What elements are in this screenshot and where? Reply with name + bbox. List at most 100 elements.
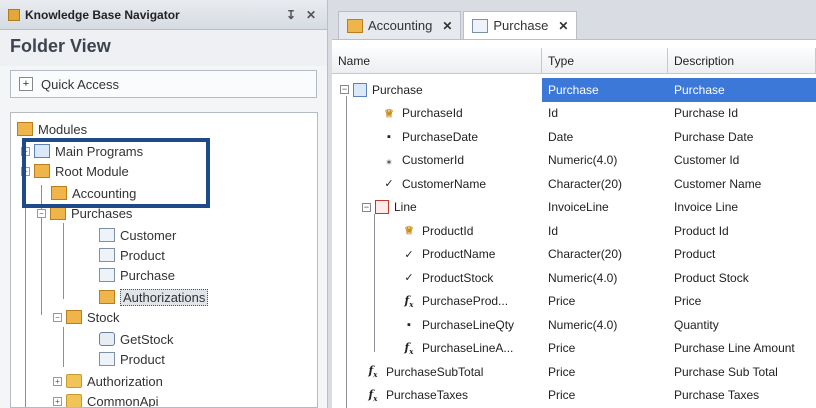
collapse-icon[interactable]: −: [37, 208, 46, 218]
collapse-icon[interactable]: −: [362, 202, 371, 212]
tree-item-main-programs[interactable]: + Main Programs: [21, 141, 143, 161]
cell-description[interactable]: Quantity: [668, 318, 816, 332]
cell-name: − Purchase: [332, 78, 542, 102]
folder-view-heading: Folder View: [0, 30, 327, 66]
table-row[interactable]: − Line InvoiceLine Invoice Line: [332, 196, 816, 220]
collapse-icon[interactable]: −: [340, 85, 349, 95]
tree-item-accounting[interactable]: Accounting: [51, 183, 136, 203]
transaction-icon: [99, 268, 115, 282]
table-row[interactable]: ▪ PurchaseLineQty Numeric(4.0) Quantity: [332, 313, 816, 337]
structure-editor-panel: Accounting ✕ Purchase ✕ Name Type Descri…: [332, 0, 816, 408]
tree-item-root-module[interactable]: − Root Module: [21, 161, 129, 181]
module-icon: [34, 164, 50, 178]
quick-access-button[interactable]: + Quick Access: [10, 70, 317, 98]
tree-item-product-stock[interactable]: Product: [99, 349, 165, 369]
cell-type[interactable]: Numeric(4.0): [542, 271, 668, 285]
column-header-type[interactable]: Type: [542, 48, 668, 73]
panel-title-bar: Knowledge Base Navigator ↧ ✕: [0, 0, 327, 30]
cell-type[interactable]: Id: [542, 106, 668, 120]
table-row[interactable]: ▪ PurchaseDate Date Purchase Date: [332, 125, 816, 149]
key-icon: ♕: [384, 107, 394, 120]
cell-type[interactable]: Numeric(4.0): [542, 153, 668, 167]
tree-item-modules[interactable]: Modules: [17, 119, 87, 139]
row-name-label: ProductStock: [422, 270, 494, 285]
folder-tree[interactable]: Modules + Main Programs − Root Module Ac…: [10, 112, 318, 408]
table-row[interactable]: − Purchase Purchase Purchase: [332, 78, 816, 102]
expand-icon[interactable]: +: [21, 146, 30, 156]
cell-type[interactable]: Price: [542, 341, 668, 355]
tree-item-customer[interactable]: Customer: [99, 225, 176, 245]
cell-type[interactable]: Price: [542, 388, 668, 402]
cell-description[interactable]: Customer Name: [668, 177, 816, 191]
procedure-icon: [99, 332, 115, 346]
cell-description[interactable]: Purchase: [668, 78, 816, 102]
tree-item-authorizations[interactable]: Authorizations: [99, 287, 209, 307]
cell-type[interactable]: Price: [542, 365, 668, 379]
cell-name: ⁎ CustomerId: [332, 149, 542, 173]
cell-description[interactable]: Purchase Id: [668, 106, 816, 120]
table-row[interactable]: ♕ ProductId Id Product Id: [332, 219, 816, 243]
tree-item-getstock[interactable]: GetStock: [99, 329, 173, 349]
row-name-label: PurchaseTaxes: [386, 388, 469, 403]
table-row[interactable]: ✓ ProductName Character(20) Product: [332, 243, 816, 267]
document-tabs: Accounting ✕ Purchase ✕: [332, 0, 816, 40]
cell-type[interactable]: Price: [542, 294, 668, 308]
cell-name: − Line: [332, 196, 542, 220]
transaction-icon: [99, 248, 115, 262]
grid-header: Name Type Description: [332, 48, 816, 74]
cell-description[interactable]: Purchase Taxes: [668, 388, 816, 402]
cell-type[interactable]: InvoiceLine: [542, 200, 668, 214]
tree-item-stock[interactable]: − Stock: [53, 307, 120, 327]
column-header-name[interactable]: Name: [332, 48, 542, 73]
tab-accounting[interactable]: Accounting ✕: [338, 11, 462, 39]
cell-description[interactable]: Product: [668, 247, 816, 261]
cell-type[interactable]: Id: [542, 224, 668, 238]
formula-icon: fx: [404, 340, 414, 356]
cell-description[interactable]: Product Id: [668, 224, 816, 238]
plus-icon: +: [19, 77, 33, 91]
table-row[interactable]: fx PurchaseProd... Price Price: [332, 290, 816, 314]
expand-icon[interactable]: +: [53, 376, 62, 386]
table-row[interactable]: fx PurchaseSubTotal Price Purchase Sub Tota…: [332, 360, 816, 384]
inferred-icon: ✓: [404, 248, 414, 261]
cell-description[interactable]: Purchase Date: [668, 130, 816, 144]
cell-type[interactable]: Character(20): [542, 177, 668, 191]
cell-description[interactable]: Invoice Line: [668, 200, 816, 214]
collapse-icon[interactable]: −: [21, 166, 30, 176]
cell-description[interactable]: Price: [668, 294, 816, 308]
tree-item-authorization[interactable]: + Authorization: [53, 371, 163, 391]
cell-name: ♕ ProductId: [332, 219, 542, 243]
pin-icon[interactable]: ↧: [283, 8, 299, 22]
tree-item-purchase[interactable]: Purchase: [99, 265, 175, 285]
row-name-label: CustomerId: [402, 153, 465, 168]
cell-description[interactable]: Product Stock: [668, 271, 816, 285]
close-icon[interactable]: ✕: [442, 19, 452, 33]
tree-item-commonapi[interactable]: + CommonApi: [53, 391, 159, 407]
tree-item-purchases[interactable]: − Purchases: [37, 203, 132, 223]
transaction-icon: [99, 228, 115, 242]
tree-item-product[interactable]: Product: [99, 245, 165, 265]
collapse-icon[interactable]: −: [53, 312, 62, 322]
cell-description[interactable]: Purchase Sub Total: [668, 365, 816, 379]
cell-type[interactable]: Purchase: [542, 78, 668, 102]
tab-purchase[interactable]: Purchase ✕: [463, 11, 578, 39]
cell-type[interactable]: Date: [542, 130, 668, 144]
close-icon[interactable]: ✕: [303, 8, 319, 22]
folder-icon: [66, 394, 82, 407]
cell-description[interactable]: Customer Id: [668, 153, 816, 167]
table-row[interactable]: ⁎ CustomerId Numeric(4.0) Customer Id: [332, 149, 816, 173]
row-name-label: PurchaseDate: [402, 129, 479, 144]
column-header-description[interactable]: Description: [668, 48, 816, 73]
formula-icon: fx: [368, 364, 378, 380]
cell-description[interactable]: Purchase Line Amount: [668, 341, 816, 355]
table-row[interactable]: fx PurchaseTaxes Price Purchase Taxes: [332, 384, 816, 408]
expand-icon[interactable]: +: [53, 396, 62, 406]
cell-type[interactable]: Numeric(4.0): [542, 318, 668, 332]
table-row[interactable]: ✓ CustomerName Character(20) Customer Name: [332, 172, 816, 196]
cell-type[interactable]: Character(20): [542, 247, 668, 261]
navigator-icon: [8, 8, 20, 21]
table-row[interactable]: ✓ ProductStock Numeric(4.0) Product Stock: [332, 266, 816, 290]
table-row[interactable]: fx PurchaseLineA... Price Purchase Line Amo…: [332, 337, 816, 361]
table-row[interactable]: ♕ PurchaseId Id Purchase Id: [332, 102, 816, 126]
close-icon[interactable]: ✕: [558, 19, 568, 33]
